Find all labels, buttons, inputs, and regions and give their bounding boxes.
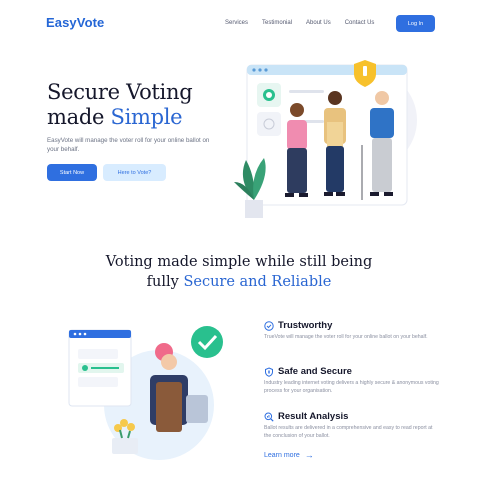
main-nav: Services Testimonial About Us Contact Us bbox=[225, 20, 388, 26]
feature-trustworthy: Trustworthy TrueVote will manage the vot… bbox=[264, 320, 439, 341]
feature-desc: TrueVote will manage the voter roll for … bbox=[264, 334, 428, 340]
feature-result-analysis: Result Analysis Ballot results are deliv… bbox=[264, 411, 439, 440]
login-button[interactable]: Log In bbox=[396, 15, 435, 32]
feature-safe-secure: Safe and Secure Industry leading interne… bbox=[264, 366, 439, 395]
feature-desc: Industry leading internet voting deliver… bbox=[264, 380, 439, 394]
feature-illustration bbox=[68, 326, 223, 460]
feature-title: Trustworthy bbox=[278, 320, 333, 331]
here-to-vote-button[interactable]: Here to Vote? bbox=[103, 164, 166, 181]
feature-desc: Ballot results are delivered in a compre… bbox=[264, 425, 433, 439]
hero-title: Secure Voting made Simple bbox=[47, 80, 193, 130]
nav-services[interactable]: Services bbox=[225, 20, 248, 26]
hero-illustration bbox=[234, 60, 417, 218]
hero-subtitle: EasyVote will manage the voter roll for … bbox=[47, 137, 210, 153]
nav-testimonial[interactable]: Testimonial bbox=[262, 20, 292, 26]
arrow-right-icon: → bbox=[304, 450, 314, 460]
page: EasyVote Services Testimonial About Us C… bbox=[0, 0, 478, 478]
search-chart-icon bbox=[264, 412, 274, 422]
feature-title: Result Analysis bbox=[278, 411, 349, 422]
feature-title: Safe and Secure bbox=[278, 366, 352, 377]
logo[interactable]: EasyVote bbox=[46, 15, 104, 30]
learn-more-link[interactable]: Learn more → bbox=[264, 450, 314, 460]
check-shield-icon bbox=[264, 320, 274, 331]
nav-contact-us[interactable]: Contact Us bbox=[345, 20, 375, 26]
hero-title-line2: made Simple bbox=[47, 105, 192, 130]
section2-heading-line2: fully Secure and Reliable bbox=[0, 272, 478, 292]
section2-heading-accent: Secure and Reliable bbox=[183, 274, 332, 290]
hero-title-prefix: made bbox=[47, 105, 111, 129]
learn-more-label: Learn more bbox=[264, 451, 300, 459]
hero-title-line1: Secure Voting bbox=[47, 80, 193, 104]
hero-title-accent: Simple bbox=[110, 105, 183, 129]
section2-heading-prefix: fully bbox=[146, 274, 184, 290]
shield-icon bbox=[265, 366, 273, 377]
start-now-button[interactable]: Start Now bbox=[47, 164, 97, 181]
section2-heading: Voting made simple while still being ful… bbox=[0, 252, 478, 292]
section2-heading-line1: Voting made simple while still being bbox=[105, 254, 373, 270]
nav-about-us[interactable]: About Us bbox=[306, 20, 331, 26]
